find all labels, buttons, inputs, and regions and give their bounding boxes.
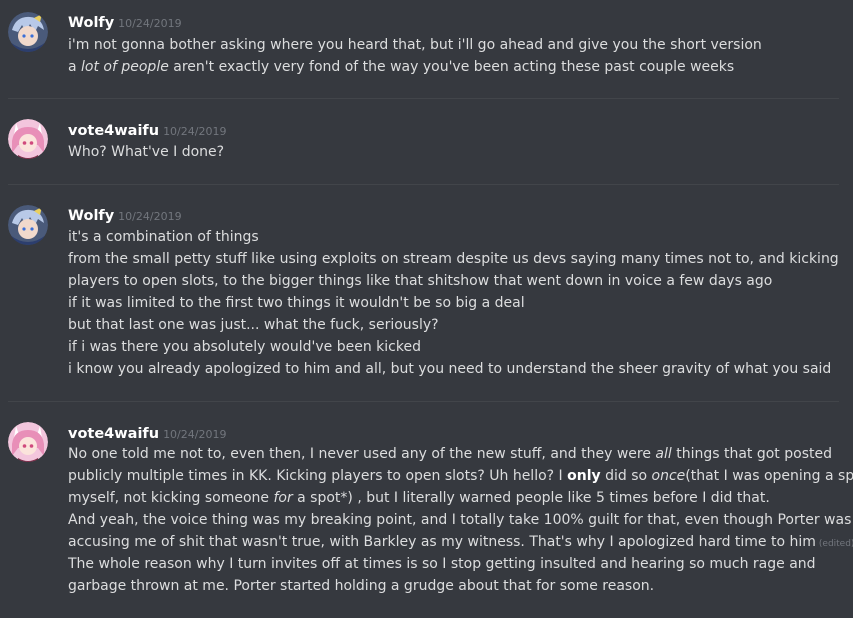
timestamp: 10/24/2019 — [118, 17, 182, 30]
message-line: if i was there you absolutely would've b… — [68, 339, 421, 355]
wolfy-avatar[interactable] — [8, 12, 48, 52]
message-line: it's a combination of things — [68, 229, 259, 245]
message-line: And yeah, the voice thing was my breakin… — [68, 512, 852, 528]
message-header: Wolfy 10/24/2019 — [68, 205, 182, 224]
timestamp: 10/24/2019 — [163, 428, 227, 441]
message-line: a lot of people aren't exactly very fond… — [68, 59, 735, 75]
message-line: The whole reason why I turn invites off … — [68, 556, 816, 572]
message-line: but that last one was just... what the f… — [68, 317, 439, 333]
message-line: publicly multiple times in KK. Kicking p… — [68, 468, 853, 484]
message-line: if it was limited to the first two thing… — [68, 295, 525, 311]
message-divider — [8, 184, 839, 185]
message-line: accusing me of shit that wasn't true, wi… — [68, 534, 853, 550]
message-line: myself, not kicking someone for a spot*)… — [68, 490, 770, 506]
author-name[interactable]: Wolfy — [68, 208, 114, 224]
edited-label: (edited) — [818, 539, 853, 549]
message-line: players to open slots, to the bigger thi… — [68, 273, 773, 289]
message-divider — [8, 401, 839, 402]
author-name[interactable]: vote4waifu — [68, 123, 159, 139]
message-line: i'm not gonna bother asking where you he… — [68, 37, 762, 53]
message-divider — [8, 98, 839, 99]
timestamp: 10/24/2019 — [118, 210, 182, 223]
message-header: Wolfy 10/24/2019 — [68, 12, 182, 31]
message-line: No one told me not to, even then, I neve… — [68, 446, 832, 462]
message-line: i know you already apologized to him and… — [68, 361, 832, 377]
wolfy-avatar[interactable] — [8, 205, 48, 245]
message-header: vote4waifu 10/24/2019 — [68, 423, 226, 442]
author-name[interactable]: Wolfy — [68, 15, 114, 31]
message-line: Who? What've I done? — [68, 144, 225, 160]
message-line: garbage thrown at me. Porter started hol… — [68, 578, 655, 594]
timestamp: 10/24/2019 — [163, 125, 227, 138]
vote4waifu-avatar[interactable] — [8, 422, 48, 462]
message-header: vote4waifu 10/24/2019 — [68, 120, 226, 139]
author-name[interactable]: vote4waifu — [68, 426, 159, 442]
vote4waifu-avatar[interactable] — [8, 119, 48, 159]
message-line: from the small petty stuff like using ex… — [68, 251, 839, 267]
